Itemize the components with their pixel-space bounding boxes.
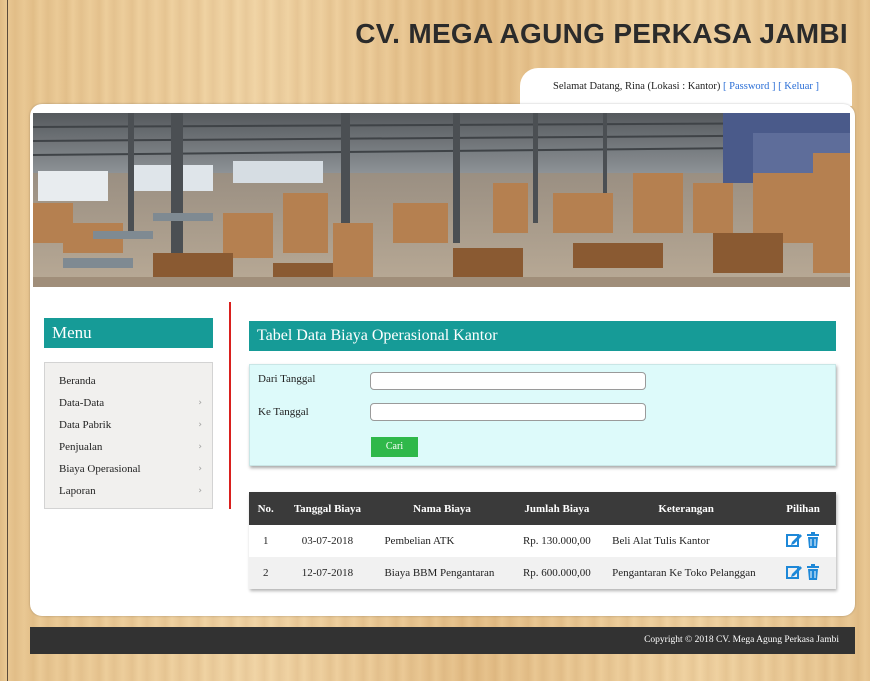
- edit-icon[interactable]: [785, 531, 803, 552]
- column-header: No.: [257, 502, 274, 515]
- chevron-right-icon: ›: [198, 486, 202, 496]
- password-link[interactable]: [ Password ]: [723, 81, 776, 92]
- cell-tanggal: 12-07-2018: [301, 567, 354, 579]
- chevron-right-icon: ›: [198, 442, 202, 452]
- to-date-input[interactable]: [370, 403, 646, 421]
- sidebar-item-label: Data Pabrik: [59, 419, 112, 431]
- sidebar-item-label: Beranda: [59, 375, 96, 387]
- chevron-right-icon: ›: [198, 420, 202, 430]
- from-date-label: Dari Tanggal: [258, 373, 316, 385]
- sidebar-menu: Beranda Data-Data › Data Pabrik › Penjua…: [44, 362, 213, 509]
- column-header: Pilihan: [786, 502, 820, 515]
- edit-icon[interactable]: [785, 563, 803, 584]
- cell-jumlah: Rp. 600.000,00: [522, 567, 591, 579]
- factory-banner-image: [33, 113, 850, 287]
- sidebar-item-beranda[interactable]: Beranda: [45, 370, 212, 392]
- column-header: Keterangan: [658, 502, 714, 515]
- sidebar-item-biaya-operasional[interactable]: Biaya Operasional ›: [45, 458, 212, 480]
- cell-keterangan: Pengantaran Ke Toko Pelanggan: [612, 567, 756, 579]
- column-header: Nama Biaya: [413, 502, 471, 515]
- expense-table: No. Tanggal Biaya Nama Biaya Jumlah Biay…: [249, 492, 836, 589]
- welcome-text: Selamat Datang, Rina (Lokasi : Kantor): [553, 81, 721, 92]
- from-date-input[interactable]: [370, 372, 646, 390]
- delete-icon[interactable]: [805, 531, 821, 552]
- copyright-text: Copyright © 2018 CV. Mega Agung Perkasa …: [644, 635, 839, 645]
- menu-title: Menu: [44, 318, 213, 348]
- search-button[interactable]: Cari: [371, 437, 418, 457]
- section-divider: [229, 302, 231, 509]
- sidebar-item-penjualan[interactable]: Penjualan ›: [45, 436, 212, 458]
- cell-actions: [770, 557, 836, 589]
- cell-tanggal: 03-07-2018: [301, 535, 354, 547]
- cell-nama: Biaya BBM Pengantaran: [384, 567, 495, 579]
- sidebar-item-label: Biaya Operasional: [59, 463, 141, 475]
- cell-no: 1: [262, 535, 269, 547]
- sidebar-item-data-data[interactable]: Data-Data ›: [45, 392, 212, 414]
- date-filter-form: Dari Tanggal Ke Tanggal Cari: [249, 364, 836, 466]
- sidebar-item-data-pabrik[interactable]: Data Pabrik ›: [45, 414, 212, 436]
- delete-icon[interactable]: [805, 563, 821, 584]
- sidebar-item-label: Data-Data: [59, 397, 105, 409]
- chevron-right-icon: ›: [198, 398, 202, 408]
- site-title: CV. MEGA AGUNG PERKASA JAMBI: [355, 18, 848, 49]
- logout-link[interactable]: [ Keluar ]: [778, 81, 819, 92]
- cell-actions: [770, 525, 836, 557]
- cell-keterangan: Beli Alat Tulis Kantor: [612, 535, 710, 547]
- sidebar-item-label: Laporan: [59, 485, 96, 497]
- cell-jumlah: Rp. 130.000,00: [522, 535, 591, 547]
- table-row: 1 03-07-2018 Pembelian ATK Rp. 130.000,0…: [249, 525, 836, 557]
- cell-nama: Pembelian ATK: [384, 535, 455, 547]
- table-row: 2 12-07-2018 Biaya BBM Pengantaran Rp. 6…: [249, 557, 836, 589]
- welcome-bar: Selamat Datang, Rina (Lokasi : Kantor) […: [520, 68, 852, 106]
- column-header: Jumlah Biaya: [524, 502, 590, 515]
- to-date-label: Ke Tanggal: [258, 406, 309, 418]
- table-header-row: No. Tanggal Biaya Nama Biaya Jumlah Biay…: [249, 492, 836, 525]
- page-title: Tabel Data Biaya Operasional Kantor: [249, 321, 836, 351]
- footer: Copyright © 2018 CV. Mega Agung Perkasa …: [30, 627, 855, 654]
- sidebar-item-laporan[interactable]: Laporan ›: [45, 480, 212, 502]
- page-frame-line: [7, 0, 8, 681]
- sidebar-item-label: Penjualan: [59, 441, 103, 453]
- column-header: Tanggal Biaya: [293, 502, 361, 515]
- cell-no: 2: [262, 567, 269, 579]
- chevron-right-icon: ›: [198, 464, 202, 474]
